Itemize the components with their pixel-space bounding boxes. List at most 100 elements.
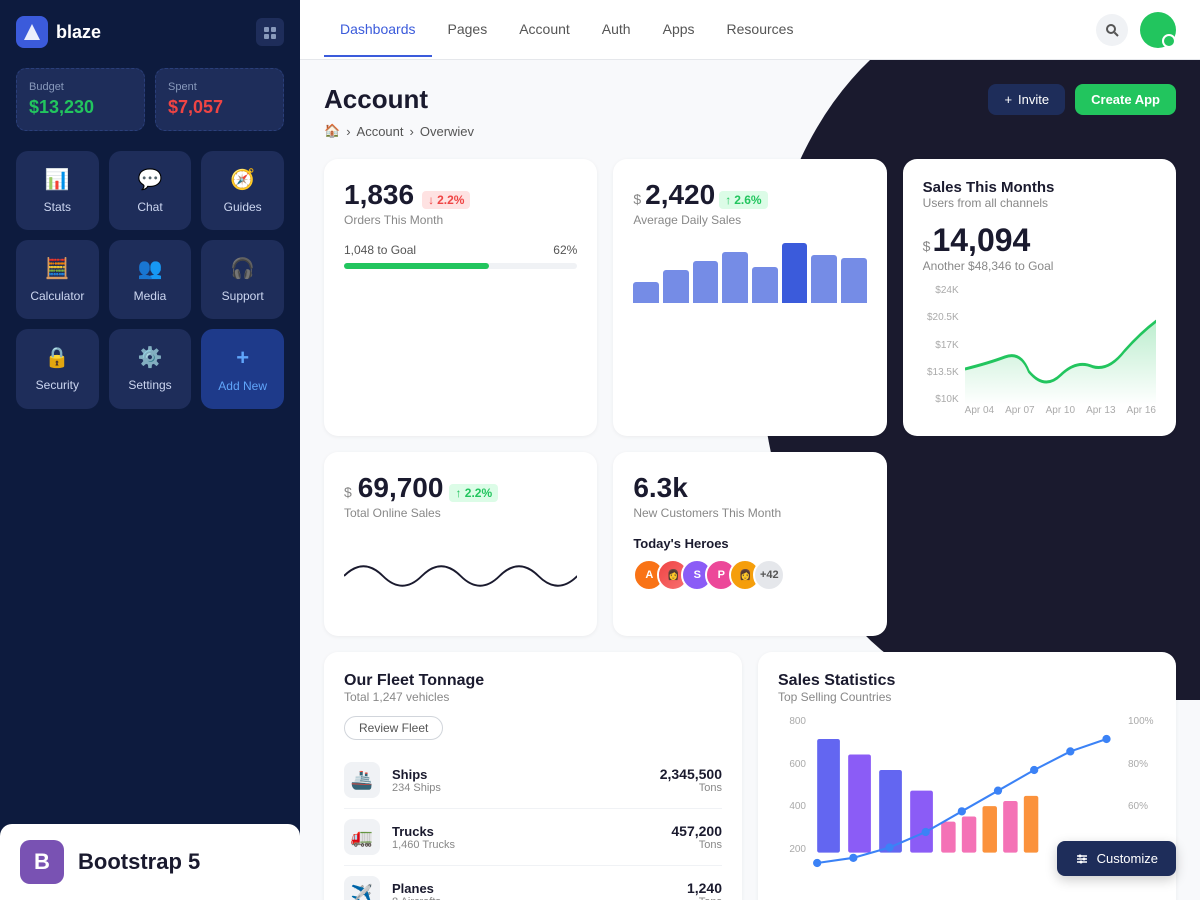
sidebar-item-label: Calculator: [30, 289, 84, 303]
fleet-item: ✈️ Planes 8 Aircrafts 1,240 Tons: [344, 866, 722, 900]
search-button[interactable]: [1096, 14, 1128, 46]
create-app-button[interactable]: Create App: [1075, 84, 1176, 115]
dollar-prefix: $: [344, 484, 352, 500]
tab-resources[interactable]: Resources: [711, 3, 810, 57]
sidebar-item-add-new[interactable]: + Add New: [201, 329, 284, 409]
online-sales-value: 69,700: [358, 472, 444, 504]
daily-sales-card: $ 2,420 ↑ 2.6% Average Daily Sales: [613, 159, 886, 436]
customers-label: New Customers This Month: [633, 506, 866, 520]
online-sales-badge: ↑ 2.2%: [449, 484, 498, 502]
review-fleet-button[interactable]: Review Fleet: [344, 716, 443, 740]
fleet-count: 234 Ships: [392, 782, 441, 794]
green-chart-area: $24K $20.5K $17K $13.5K $10K: [923, 285, 1156, 405]
dollar-prefix: $: [633, 191, 641, 207]
logo-text: blaze: [56, 22, 101, 43]
breadcrumb-account[interactable]: Account: [357, 124, 404, 139]
content-inner: Account + Invite Create App 🏠 › Account …: [324, 84, 1176, 900]
bar: [722, 252, 748, 303]
budget-value: $13,230: [29, 97, 132, 118]
sidebar: blaze Budget $13,230 Spent $7,057 📊 Stat…: [0, 0, 300, 900]
online-sales-card: $ 69,700 ↑ 2.2% Total Online Sales: [324, 452, 597, 636]
orders-value: 1,836: [344, 179, 414, 211]
sales-month-subtitle: Users from all channels: [923, 196, 1156, 210]
budget-row: Budget $13,230 Spent $7,057: [16, 68, 284, 131]
sidebar-item-guides[interactable]: 🧭 Guides: [201, 151, 284, 230]
sidebar-item-support[interactable]: 🎧 Support: [201, 240, 284, 319]
tab-auth[interactable]: Auth: [586, 3, 647, 57]
breadcrumb-separator: ›: [346, 124, 350, 139]
sidebar-logo: blaze: [16, 16, 101, 48]
settings-icon: ⚙️: [138, 345, 163, 370]
spent-label: Spent: [168, 81, 271, 93]
sales-stats-title: Sales Statistics: [778, 672, 1156, 690]
page-header: Account + Invite Create App: [324, 84, 1176, 115]
tab-apps[interactable]: Apps: [647, 3, 711, 57]
fleet-item: 🚢 Ships 234 Ships 2,345,500 Tons: [344, 752, 722, 809]
tab-dashboards[interactable]: Dashboards: [324, 3, 432, 57]
fleet-val: 2,345,500: [660, 766, 722, 782]
sidebar-item-security[interactable]: 🔒 Security: [16, 329, 99, 409]
fleet-info: Planes 8 Aircrafts: [392, 881, 441, 900]
sidebar-item-chat[interactable]: 💬 Chat: [109, 151, 192, 230]
spent-value: $7,057: [168, 97, 271, 118]
daily-sales-badge: ↑ 2.6%: [719, 191, 767, 209]
fleet-card: Our Fleet Tonnage Total 1,247 vehicles R…: [324, 652, 742, 900]
bootstrap-label: Bootstrap 5: [78, 849, 200, 875]
sidebar-item-label: Stats: [44, 200, 71, 214]
fleet-name: Planes: [392, 881, 441, 896]
breadcrumb: 🏠 › Account › Overwiev: [324, 123, 1176, 139]
chart-area: [965, 285, 1156, 405]
fleet-name: Trucks: [392, 824, 455, 839]
sidebar-item-settings[interactable]: ⚙️ Settings: [109, 329, 192, 409]
budget-card: Budget $13,230: [16, 68, 145, 131]
fleet-name: Ships: [392, 767, 441, 782]
bar: [663, 270, 689, 303]
media-icon: 👥: [138, 256, 163, 281]
orders-card: 1,836 ↓ 2.2% Orders This Month 1,048 to …: [324, 159, 597, 436]
x-axis: Apr 04 Apr 07 Apr 10 Apr 13 Apr 16: [923, 405, 1156, 416]
breadcrumb-separator: ›: [410, 124, 414, 139]
y-axis: $24K $20.5K $17K $13.5K $10K: [923, 285, 959, 405]
sales-month-card: Sales This Months Users from all channel…: [903, 159, 1176, 436]
fleet-unit: Tons: [687, 896, 722, 900]
main-content: Dashboards Pages Account Auth Apps Resou…: [300, 0, 1200, 900]
breadcrumb-overview: Overwiev: [420, 124, 474, 139]
heroes-label: Today's Heroes: [633, 536, 866, 551]
bar: [633, 282, 659, 303]
customize-icon: [1075, 852, 1089, 866]
sidebar-item-media[interactable]: 👥 Media: [109, 240, 192, 319]
support-icon: 🎧: [230, 256, 255, 281]
fleet-value: 1,240 Tons: [687, 880, 722, 900]
trucks-icon: 🚛: [344, 819, 380, 855]
stats-icon: 📊: [45, 167, 70, 192]
tab-pages[interactable]: Pages: [432, 3, 504, 57]
fleet-item: 🚛 Trucks 1,460 Trucks 457,200 Tons: [344, 809, 722, 866]
calculator-icon: 🧮: [45, 256, 70, 281]
bar: [811, 255, 837, 303]
plus-icon: +: [1004, 92, 1012, 107]
stats-row-1: 1,836 ↓ 2.2% Orders This Month 1,048 to …: [324, 159, 1176, 436]
invite-button[interactable]: + Invite: [988, 84, 1065, 115]
bottom-row: Our Fleet Tonnage Total 1,247 vehicles R…: [324, 652, 1176, 900]
fleet-val: 1,240: [687, 880, 722, 896]
sales-goal-label: Another $48,346 to Goal: [923, 259, 1156, 273]
progress-bar-fill: [344, 263, 489, 269]
user-avatar[interactable]: [1140, 12, 1176, 48]
bar-chart: [633, 243, 866, 303]
fleet-subtitle: Total 1,247 vehicles: [344, 690, 722, 704]
spent-card: Spent $7,057: [155, 68, 284, 131]
tab-account[interactable]: Account: [503, 3, 586, 57]
sales-stats-subtitle: Top Selling Countries: [778, 690, 1156, 704]
customize-button[interactable]: Customize: [1057, 841, 1176, 876]
customers-value: 6.3k: [633, 472, 866, 504]
topnav-items: Dashboards Pages Account Auth Apps Resou…: [324, 3, 809, 57]
menu-icon[interactable]: [256, 18, 284, 46]
daily-sales-value: 2,420: [645, 179, 715, 211]
progress-bar-bg: [344, 263, 577, 269]
hero-count: +42: [753, 559, 785, 591]
sidebar-header: blaze: [16, 16, 284, 48]
wave-svg: [344, 536, 577, 616]
sidebar-item-calculator[interactable]: 🧮 Calculator: [16, 240, 99, 319]
empty-card: [903, 452, 1176, 636]
sidebar-item-stats[interactable]: 📊 Stats: [16, 151, 99, 230]
